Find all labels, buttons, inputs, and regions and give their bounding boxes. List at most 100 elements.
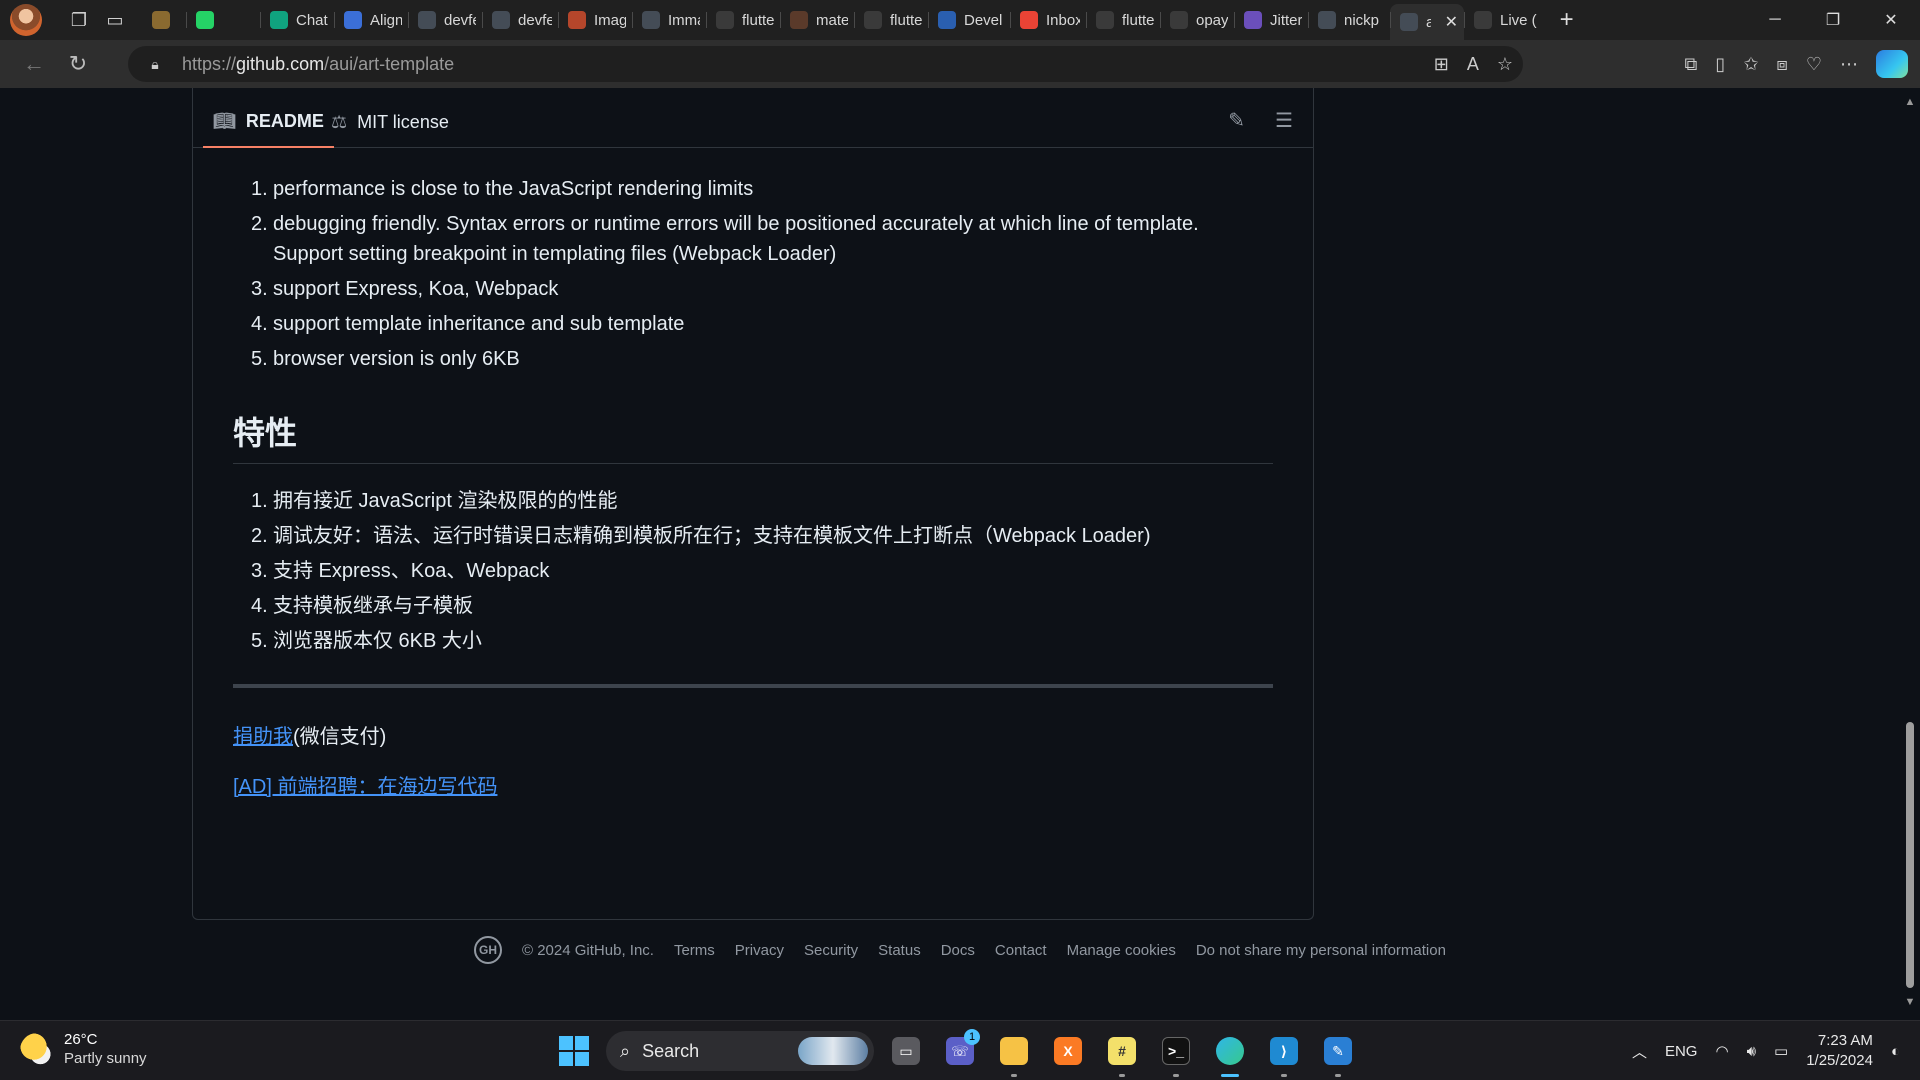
browser-tab[interactable]: opay <box>1160 4 1234 36</box>
page-scrollbar[interactable]: ▲ ▼ <box>1900 88 1920 1016</box>
favorites-icon[interactable]: ✩ <box>1743 54 1758 75</box>
notification-bell-icon[interactable]: ◐ <box>1891 1043 1900 1060</box>
browser-tab[interactable]: devfe <box>482 4 558 36</box>
volume-icon[interactable]: 🔊︎ <box>1747 1043 1756 1060</box>
browser-tab[interactable] <box>142 4 186 36</box>
browser-tab[interactable]: Align <box>334 4 408 36</box>
github-icon <box>1400 13 1418 31</box>
scroll-down-arrow-icon[interactable]: ▼ <box>1904 996 1916 1008</box>
start-button[interactable] <box>552 1029 596 1073</box>
browser-tab[interactable]: devfe <box>408 4 482 36</box>
more-menu-icon[interactable]: ⋯ <box>1840 54 1858 75</box>
close-tab-icon[interactable]: ✕ <box>1445 12 1458 32</box>
restore-button[interactable]: ❐ <box>1804 0 1862 40</box>
outline-list-icon[interactable]: ☰ <box>1275 108 1293 133</box>
github-logo-icon[interactable]: GH <box>474 936 502 964</box>
browser-tab[interactable]: mater <box>780 4 854 36</box>
app-available-icon[interactable]: ⊞ <box>1434 54 1449 75</box>
markdown-body: 1. performance is close to the JavaScript… <box>233 174 1273 822</box>
readme-header: 📖︎ README ⚖ MIT license ✎ ☰ <box>193 88 1313 148</box>
window-controls: ─ ❐ ✕ <box>1746 0 1920 40</box>
split-screen-icon[interactable]: ▯ <box>1715 54 1725 75</box>
task-view-icon[interactable]: ▭ <box>884 1029 928 1073</box>
workspaces-icon[interactable]: ❐ <box>62 4 96 36</box>
terminal-icon[interactable]: >_ <box>1154 1029 1198 1077</box>
features-list-en: 1. performance is close to the JavaScript… <box>233 174 1273 374</box>
tab-readme[interactable]: 📖︎ README <box>203 96 334 148</box>
tab-license[interactable]: ⚖ MIT license <box>331 96 449 148</box>
wifi-icon[interactable]: ◠ <box>1715 1042 1728 1060</box>
scrollbar-thumb[interactable] <box>1906 722 1914 988</box>
vscode-icon[interactable]: ⟩ <box>1262 1029 1306 1077</box>
footer-link[interactable]: Privacy <box>735 942 784 959</box>
lock-icon[interactable]: 🔒︎ <box>146 55 164 73</box>
ad-link[interactable]: [AD] 前端招聘：在海边写代码 <box>233 776 497 798</box>
browser-tab[interactable]: Imma <box>632 4 706 36</box>
footer-link[interactable]: Contact <box>995 942 1047 959</box>
footer-link[interactable]: Security <box>804 942 858 959</box>
browser-tab[interactable]: Live ( <box>1464 4 1543 36</box>
teams-chat-icon[interactable]: ☏ 1 <box>938 1029 982 1073</box>
tab-title: nickp <box>1344 11 1380 29</box>
tab-title: Align <box>370 11 402 29</box>
browser-tab[interactable]: flutte <box>706 4 780 36</box>
footer-link[interactable]: Docs <box>941 942 975 959</box>
notification-badge: 1 <box>964 1029 980 1045</box>
taskbar-search[interactable]: ⌕ Search <box>606 1031 874 1071</box>
xampp-icon[interactable]: X <box>1046 1029 1090 1073</box>
edge-browser-icon[interactable] <box>1208 1029 1252 1077</box>
favorite-star-icon[interactable]: ☆ <box>1497 54 1513 75</box>
edit-pencil-icon[interactable]: ✎ <box>1228 108 1245 133</box>
browser-essentials-icon[interactable]: ♡ <box>1806 54 1822 75</box>
chevron-up-icon[interactable]: ︿ <box>1632 1041 1647 1062</box>
browser-tab[interactable]: a ✕ <box>1390 4 1464 40</box>
language-indicator[interactable]: ENG <box>1665 1043 1698 1060</box>
browser-tab[interactable]: nickp <box>1308 4 1390 36</box>
github-icon <box>1318 11 1336 29</box>
tab-title: opay <box>1196 11 1228 29</box>
browser-tab[interactable]: Jitter <box>1234 4 1308 36</box>
search-highlight-image <box>798 1037 868 1065</box>
list-item: 1. performance is close to the JavaScript… <box>251 178 754 200</box>
back-button[interactable]: ← <box>12 46 56 82</box>
copilot-icon[interactable] <box>1876 50 1908 78</box>
browser-tab[interactable]: flutte <box>854 4 928 36</box>
tab-title: Devel <box>964 11 1003 29</box>
scroll-up-arrow-icon[interactable]: ▲ <box>1904 96 1916 108</box>
read-aloud-icon[interactable]: A <box>1467 54 1479 75</box>
address-bar[interactable]: 🔒︎ https://github.com/aui/art-template ⊞… <box>128 46 1523 82</box>
browser-tab[interactable]: Imag <box>558 4 632 36</box>
minimize-button[interactable]: ─ <box>1746 0 1804 40</box>
browser-tab[interactable]: Chat( <box>260 4 334 36</box>
partly-sunny-icon <box>20 1033 54 1067</box>
battery-icon[interactable]: ▭ <box>1774 1042 1788 1060</box>
flutter-icon <box>344 11 362 29</box>
profile-avatar[interactable] <box>10 4 42 36</box>
url-text[interactable]: https://github.com/aui/art-template <box>182 54 454 75</box>
search-icon <box>716 11 734 29</box>
sticky-notes-icon[interactable]: # <box>1100 1029 1144 1077</box>
footer-link[interactable]: Manage cookies <box>1067 942 1176 959</box>
collections-icon[interactable]: ⧈ <box>1776 54 1787 75</box>
donate-link[interactable]: 捐助我 <box>233 726 293 748</box>
extensions-icon[interactable]: ⧉ <box>1685 54 1698 75</box>
browser-tab-bar: ❐ ▭ Chat(Align devfe devfe Imag Imma flutte ma… <box>0 0 1920 40</box>
browser-tab[interactable]: flutte <box>1086 4 1160 36</box>
tab-actions-icon[interactable]: ▭ <box>98 4 132 36</box>
footer-link[interactable]: Do not share my personal information <box>1196 942 1446 959</box>
weather-widget[interactable]: 26°C Partly sunny <box>20 1031 147 1069</box>
paint-icon[interactable]: ✎ <box>1316 1029 1360 1077</box>
browser-tab[interactable] <box>186 4 260 36</box>
close-window-button[interactable]: ✕ <box>1862 0 1920 40</box>
tab-title: flutte <box>1122 11 1154 29</box>
file-explorer-icon[interactable] <box>992 1029 1036 1077</box>
divider <box>233 684 1273 688</box>
browser-tab[interactable]: Inbox <box>1010 4 1086 36</box>
footer-link[interactable]: Status <box>878 942 921 959</box>
browser-tab[interactable]: Devel <box>928 4 1010 36</box>
new-tab-button[interactable]: + <box>1547 4 1587 36</box>
tab-title: flutte <box>890 11 922 29</box>
clock[interactable]: 7:23 AM 1/25/2024 <box>1806 1031 1873 1071</box>
footer-link[interactable]: Terms <box>674 942 715 959</box>
refresh-button[interactable]: ↻ <box>56 46 100 82</box>
